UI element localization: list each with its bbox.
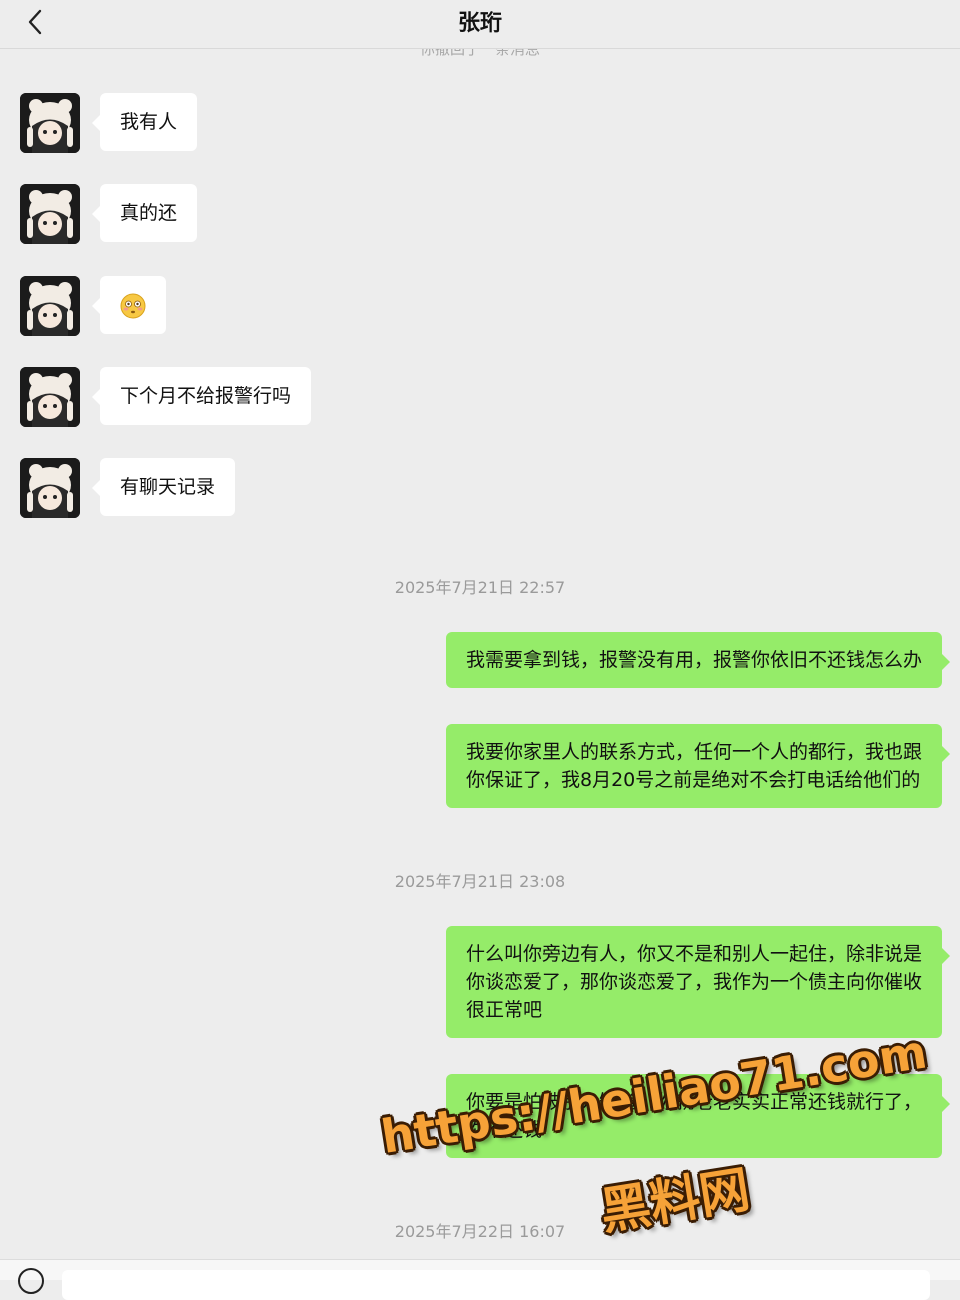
chat-header: 张珩	[0, 0, 960, 49]
voice-icon[interactable]	[18, 1268, 44, 1294]
message-line: 很正常吧	[465, 999, 542, 1021]
message-line: 我需要拿到钱，报警没有用，报警你依旧不还钱怎么办	[465, 649, 922, 671]
message-line: 什么叫你旁边有人，你又不是和别人一起住，除非说是	[465, 943, 922, 965]
message-line: 你保证了，我8月20号之前是绝对不会打电话给他们的	[465, 769, 921, 791]
sent-message[interactable]: 我要你家里人的联系方式，任何一个人的都行，我也跟 你保证了，我8月20号之前是绝…	[445, 724, 951, 808]
timestamp: 2025年7月22日 16:07	[394, 1222, 566, 1241]
timestamp: 2025年7月21日 23:08	[394, 872, 566, 891]
input-bar	[0, 1259, 960, 1300]
contact-avatar[interactable]	[20, 276, 80, 336]
contact-avatar[interactable]	[20, 184, 80, 244]
timestamp: 2025年7月21日 22:57	[394, 578, 566, 597]
message-line: 你谈恋爱了，那你谈恋爱了，我作为一个债主向你催收	[465, 971, 922, 993]
message-line: 我要你家里人的联系方式，任何一个人的都行，我也跟	[465, 741, 922, 763]
contact-avatar[interactable]	[20, 93, 80, 153]
chat-title: 张珩	[457, 11, 502, 36]
received-message[interactable]: 有聊天记录	[91, 458, 236, 516]
received-message[interactable]: 下个月不给报警行吗	[91, 367, 312, 425]
message-input[interactable]	[62, 1270, 930, 1300]
flushed-face-icon	[120, 293, 146, 319]
sent-message[interactable]: 我需要拿到钱，报警没有用，报警你依旧不还钱怎么办	[445, 632, 951, 688]
received-message[interactable]: 我有人	[91, 93, 198, 151]
contact-avatar[interactable]	[20, 458, 80, 518]
received-message[interactable]: 真的还	[91, 184, 198, 242]
contact-avatar[interactable]	[20, 367, 80, 427]
received-emoji-message[interactable]	[92, 276, 166, 334]
sent-message[interactable]: 什么叫你旁边有人，你又不是和别人一起住，除非说是 你谈恋爱了，那你谈恋爱了，我作…	[445, 926, 951, 1038]
